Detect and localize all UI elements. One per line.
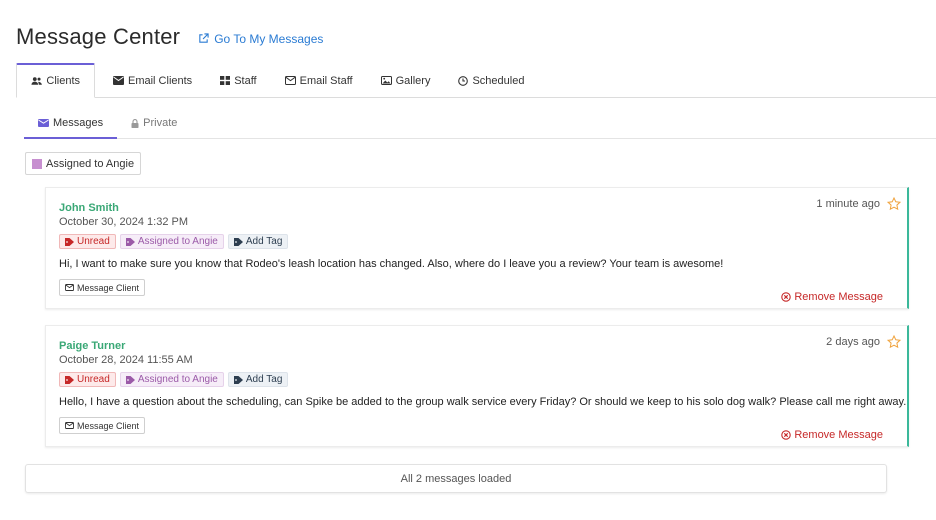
tag-unread[interactable]: Unread	[59, 372, 116, 387]
page-title: Message Center	[16, 24, 181, 49]
remove-message-button[interactable]: Remove Message	[781, 429, 883, 441]
tag-assigned-label: Assigned to Angie	[137, 236, 218, 247]
tab-scheduled-label: Scheduled	[472, 74, 525, 87]
envelope-outline-icon	[65, 284, 74, 291]
envelope-outline-icon	[65, 422, 74, 429]
tag-icon	[233, 375, 243, 384]
add-tag-button[interactable]: Add Tag	[227, 372, 289, 387]
main-tabs: Clients Email Clients Staff Email Staff …	[16, 63, 936, 98]
messages-loaded-label: All 2 messages loaded	[400, 472, 512, 485]
message-tags: Unread Assigned to Angie Add Tag	[59, 372, 292, 387]
tag-unread-label: Unread	[77, 374, 110, 385]
messages-loaded-status: All 2 messages loaded	[25, 464, 887, 493]
tab-gallery-label: Gallery	[395, 74, 431, 87]
message-client-label: Message Client	[77, 420, 140, 431]
message-sender[interactable]: John Smith	[59, 202, 119, 214]
tag-assigned-label: Assigned to Angie	[137, 374, 218, 385]
remove-circle-icon	[781, 430, 792, 440]
message-time-ago: 2 days ago	[826, 336, 880, 348]
tab-email-clients-label: Email Clients	[128, 74, 193, 87]
tag-assigned[interactable]: Assigned to Angie	[119, 234, 224, 249]
tag-icon	[125, 375, 135, 384]
tab-staff[interactable]: Staff	[206, 63, 270, 98]
assigned-filter-chip[interactable]: Assigned to Angie	[25, 152, 142, 175]
go-to-my-messages-label: Go To My Messages	[214, 31, 324, 46]
lock-icon	[131, 118, 139, 128]
tab-staff-label: Staff	[234, 74, 257, 87]
tag-icon	[65, 375, 74, 384]
remove-message-label: Remove Message	[794, 429, 883, 441]
star-icon[interactable]	[887, 197, 901, 211]
add-tag-label: Add Tag	[245, 236, 283, 247]
image-icon	[380, 76, 392, 85]
tab-email-staff[interactable]: Email Staff	[271, 63, 367, 98]
filter-label: Assigned to Angie	[46, 157, 135, 170]
subtab-private-label: Private	[143, 117, 178, 129]
tag-assigned[interactable]: Assigned to Angie	[119, 372, 224, 387]
message-body: Hello, I have a question about the sched…	[59, 396, 907, 408]
tag-icon	[65, 237, 74, 246]
tab-gallery[interactable]: Gallery	[367, 63, 445, 98]
envelope-icon	[113, 76, 124, 85]
tag-unread[interactable]: Unread	[59, 234, 116, 249]
tag-icon	[125, 237, 135, 246]
message-date: October 30, 2024 1:32 PM	[59, 216, 189, 228]
tab-email-clients[interactable]: Email Clients	[99, 63, 206, 98]
message-card: John Smith October 30, 2024 1:32 PM Unre…	[45, 187, 909, 309]
users-icon	[31, 77, 42, 85]
message-time-ago: 1 minute ago	[816, 198, 880, 210]
go-to-my-messages-link[interactable]: Go To My Messages	[198, 32, 323, 46]
grid-icon	[220, 76, 231, 85]
envelope-icon	[38, 118, 49, 127]
remove-message-button[interactable]: Remove Message	[781, 291, 883, 303]
clock-icon	[458, 75, 469, 86]
tag-icon	[233, 237, 243, 246]
message-sender[interactable]: Paige Turner	[59, 340, 125, 352]
message-body: Hi, I want to make sure you know that Ro…	[59, 258, 724, 270]
remove-message-label: Remove Message	[794, 291, 883, 303]
message-tags: Unread Assigned to Angie Add Tag	[59, 234, 292, 249]
message-client-label: Message Client	[77, 282, 140, 293]
page-header: Message Center Go To My Messages	[16, 24, 323, 50]
filter-color-swatch	[32, 158, 42, 169]
remove-circle-icon	[781, 292, 792, 302]
add-tag-label: Add Tag	[245, 374, 283, 385]
message-client-button[interactable]: Message Client	[59, 417, 146, 434]
subtab-messages[interactable]: Messages	[24, 108, 118, 139]
star-icon[interactable]	[887, 335, 901, 349]
tab-email-staff-label: Email Staff	[299, 74, 353, 87]
tag-unread-label: Unread	[77, 236, 110, 247]
envelope-outline-icon	[284, 76, 296, 85]
message-date: October 28, 2024 11:55 AM	[59, 354, 193, 366]
tab-clients-label: Clients	[46, 75, 80, 87]
tab-clients[interactable]: Clients	[16, 63, 95, 98]
external-link-icon	[199, 33, 209, 43]
message-client-button[interactable]: Message Client	[59, 279, 146, 296]
subtab-messages-label: Messages	[53, 116, 104, 129]
add-tag-button[interactable]: Add Tag	[227, 234, 289, 249]
tab-scheduled[interactable]: Scheduled	[444, 63, 538, 98]
sub-tabs: Messages Private	[24, 108, 936, 139]
message-card: Paige Turner October 28, 2024 11:55 AM U…	[45, 325, 909, 447]
subtab-private[interactable]: Private	[117, 108, 191, 138]
